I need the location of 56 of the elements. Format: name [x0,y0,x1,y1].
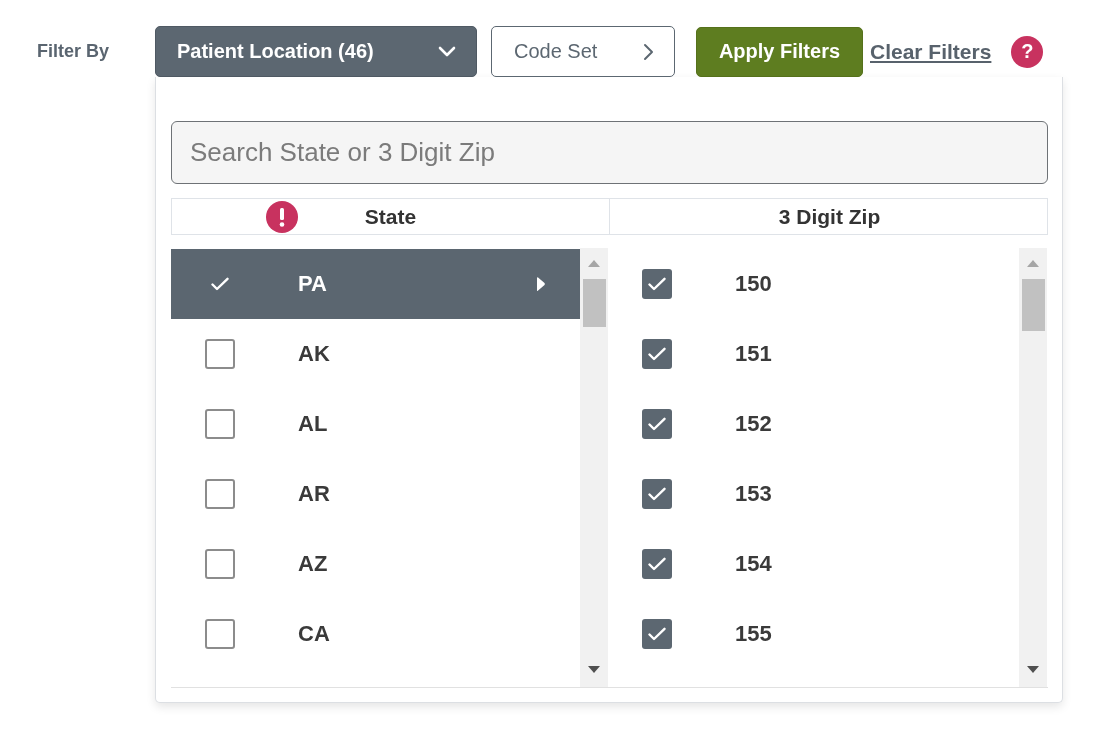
checkmark-icon [648,347,666,361]
checkmark-icon [648,277,666,291]
clear-filters-link[interactable]: Clear Filters [870,39,992,64]
checkmark-icon [211,277,229,291]
state-row[interactable]: AR [171,459,580,529]
chevron-down-icon [438,46,456,57]
state-label: AZ [298,551,328,577]
state-row[interactable]: AK [171,319,580,389]
checkbox[interactable] [205,479,235,509]
help-button[interactable]: ? [1011,35,1044,68]
checkmark-icon [648,417,666,431]
scroll-up-arrow-icon[interactable] [588,260,600,267]
location-dropdown[interactable]: Patient Location (46) [155,26,477,77]
column-header: 3 Digit Zip [778,204,881,229]
scrollbar-thumb[interactable] [1021,279,1045,331]
checkmark-icon [648,557,666,571]
state-row[interactable]: PA [171,249,580,319]
scroll-up-arrow-icon[interactable] [1027,260,1039,267]
state-label: PA [298,271,327,297]
checkbox[interactable] [642,619,672,649]
column-header: State [364,204,417,229]
zip-label: 154 [735,551,772,577]
checkbox[interactable] [205,409,235,439]
zip-label: 150 [735,271,772,297]
checkmark-icon [648,487,666,501]
state-label: AK [298,341,330,367]
checkbox[interactable] [642,269,672,299]
code-set-button[interactable]: Code Set [491,26,675,77]
state-row[interactable]: CA [171,599,580,669]
filter-label: Filter By [37,41,111,62]
caret-right-icon [536,276,546,292]
checkbox[interactable] [205,619,235,649]
zip-label: 153 [735,481,772,507]
state-row[interactable]: AZ [171,529,580,599]
state-label: AL [298,411,328,437]
checkmark-icon [648,627,666,641]
chevron-right-icon [643,42,654,61]
scrollbar[interactable] [580,248,608,687]
apply-filters-button[interactable]: Apply Filters [696,26,863,77]
zip-label: 151 [735,341,772,367]
scroll-down-arrow-icon[interactable] [588,666,600,673]
scroll-down-arrow-icon[interactable] [1027,666,1039,673]
checkbox[interactable] [642,339,672,369]
checkbox[interactable] [642,409,672,439]
checkbox[interactable] [205,339,235,369]
state-label: CA [298,621,330,647]
zip-label: 152 [735,411,772,437]
state-row[interactable]: AL [171,389,580,459]
search-field[interactable]: Search State or 3 Digit Zip [171,121,1048,184]
scrollbar-thumb[interactable] [582,279,606,327]
state-label: AR [298,481,330,507]
checkbox[interactable] [205,549,235,579]
zip-label: 155 [735,621,772,647]
checkbox[interactable] [642,549,672,579]
checkbox[interactable] [642,479,672,509]
scrollbar[interactable] [1019,248,1047,687]
